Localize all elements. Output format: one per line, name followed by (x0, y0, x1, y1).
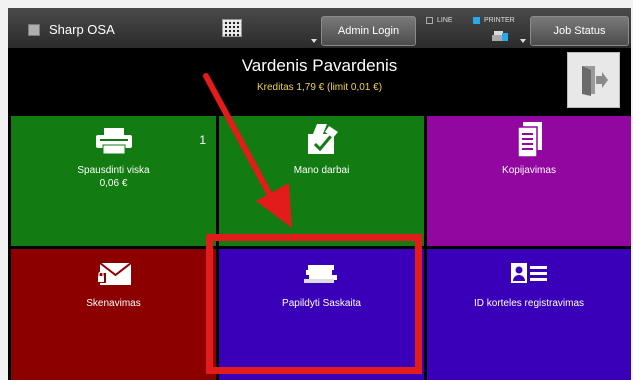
copy-icon (517, 122, 542, 158)
line-status-box (426, 17, 433, 24)
logout-button[interactable] (567, 52, 620, 108)
scan-envelope-icon (95, 262, 132, 285)
my-jobs-icon (307, 124, 338, 154)
tile-scan[interactable]: Skenavimas (11, 249, 216, 380)
device-screen: Sharp OSA Admin Login LINE PRINTER Job S… (8, 8, 631, 380)
app-menu[interactable]: Sharp OSA (28, 22, 115, 37)
tile-top-up-account-label: Papildyti Saskaita (282, 298, 361, 309)
logout-icon (581, 66, 608, 96)
user-name: Vardenis Pavardenis (241, 56, 398, 75)
printer-status-icon[interactable] (492, 30, 508, 44)
tile-print-all-price: 0,06 € (99, 178, 128, 189)
tile-my-jobs-label: Mano darbai (293, 165, 350, 176)
keypad-dropdown-icon (311, 39, 317, 43)
tile-my-jobs[interactable]: Mano darbai (219, 116, 424, 246)
printer-indicator: PRINTER (473, 17, 515, 24)
tile-copy[interactable]: Kopijavimas (427, 116, 631, 246)
app-title: Sharp OSA (49, 22, 115, 37)
tile-copy-label: Kopijavimas (502, 165, 556, 176)
admin-login-button[interactable]: Admin Login (321, 16, 416, 46)
printer-label: PRINTER (484, 17, 515, 24)
id-card-icon (511, 263, 547, 283)
tile-print-all-label: Spausdinti viska (77, 165, 150, 176)
printer-dropdown-icon (520, 39, 526, 43)
tile-id-card-registration[interactable]: ID korteles registravimas (427, 249, 631, 380)
top-bar: Sharp OSA Admin Login LINE PRINTER Job S… (8, 8, 631, 48)
line-label: LINE (437, 17, 453, 24)
printer-icon (95, 128, 132, 154)
printer-status-box (473, 17, 480, 24)
print-job-count: 1 (199, 133, 206, 147)
keypad-icon[interactable] (222, 19, 242, 37)
tile-scan-label: Skenavimas (86, 298, 141, 309)
job-status-button[interactable]: Job Status (530, 16, 629, 46)
line-indicator: LINE (426, 17, 453, 24)
tile-id-card-registration-label: ID korteles registravimas (473, 298, 585, 309)
money-stack-icon (303, 265, 337, 283)
tile-top-up-account[interactable]: Papildyti Saskaita (219, 249, 424, 380)
tile-print-all[interactable]: 1 Spausdinti viska 0,06 € (11, 116, 216, 246)
credit-info: Kreditas 1,79 € (limit 0,01 €) (256, 82, 383, 93)
app-icon (28, 23, 40, 36)
